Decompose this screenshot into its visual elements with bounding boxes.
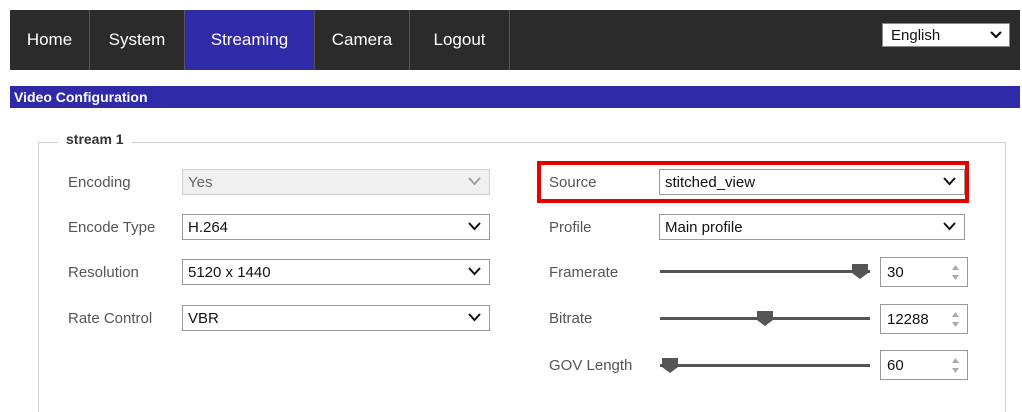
stream-legend: stream 1 — [58, 131, 132, 147]
gov-length-value: 60 — [887, 356, 904, 374]
rate-control-select[interactable]: VBR — [182, 305, 490, 331]
language-select[interactable]: English — [882, 23, 1010, 47]
nav-system[interactable]: System — [90, 10, 185, 70]
framerate-value: 30 — [887, 263, 904, 281]
chevron-down-icon — [943, 222, 956, 231]
encoding-select: Yes — [182, 169, 490, 195]
chevron-down-icon — [990, 31, 1002, 39]
chevron-down-icon — [468, 222, 481, 231]
spinner-arrows-icon[interactable] — [951, 357, 960, 374]
chevron-down-icon — [468, 267, 481, 276]
main-nav: Home System Streaming Camera Logout — [10, 10, 1020, 70]
top-navigation-bar: Home System Streaming Camera Logout Engl… — [10, 10, 1020, 70]
nav-streaming[interactable]: Streaming — [185, 10, 315, 70]
rate-control-value: VBR — [188, 309, 219, 327]
chevron-down-icon — [943, 177, 956, 186]
section-title: Video Configuration — [10, 86, 1020, 108]
profile-select[interactable]: Main profile — [659, 214, 965, 240]
spinner-arrows-icon[interactable] — [951, 311, 960, 328]
framerate-slider-thumb[interactable] — [852, 264, 868, 279]
chevron-down-icon — [468, 313, 481, 322]
language-value: English — [891, 26, 941, 44]
framerate-input[interactable]: 30 — [880, 257, 968, 287]
spinner-arrows-icon[interactable] — [951, 264, 960, 281]
source-label: Source — [549, 173, 597, 191]
nav-home[interactable]: Home — [10, 10, 90, 70]
framerate-slider-track[interactable] — [660, 270, 870, 273]
resolution-label: Resolution — [68, 263, 139, 281]
encoding-value: Yes — [188, 173, 213, 191]
source-value: stitched_view — [665, 173, 756, 191]
rate-control-label: Rate Control — [68, 309, 153, 327]
chevron-down-icon — [468, 177, 481, 186]
gov-length-slider-track[interactable] — [660, 364, 870, 367]
bitrate-label: Bitrate — [549, 309, 593, 327]
profile-value: Main profile — [665, 218, 743, 236]
gov-length-label: GOV Length — [549, 356, 633, 374]
nav-camera[interactable]: Camera — [315, 10, 410, 70]
bitrate-value: 12288 — [887, 310, 929, 328]
encoding-label: Encoding — [68, 173, 131, 191]
resolution-select[interactable]: 5120 x 1440 — [182, 259, 490, 285]
encode-type-select[interactable]: H.264 — [182, 214, 490, 240]
gov-length-slider-thumb[interactable] — [662, 358, 678, 373]
encode-type-label: Encode Type — [68, 218, 156, 236]
nav-logout[interactable]: Logout — [410, 10, 510, 70]
encode-type-value: H.264 — [188, 218, 229, 236]
profile-label: Profile — [549, 218, 592, 236]
gov-length-input[interactable]: 60 — [880, 350, 968, 380]
source-select[interactable]: stitched_view — [659, 169, 965, 195]
bitrate-slider-thumb[interactable] — [757, 311, 773, 326]
bitrate-input[interactable]: 12288 — [880, 304, 968, 334]
framerate-label: Framerate — [549, 263, 619, 281]
resolution-value: 5120 x 1440 — [188, 263, 271, 281]
